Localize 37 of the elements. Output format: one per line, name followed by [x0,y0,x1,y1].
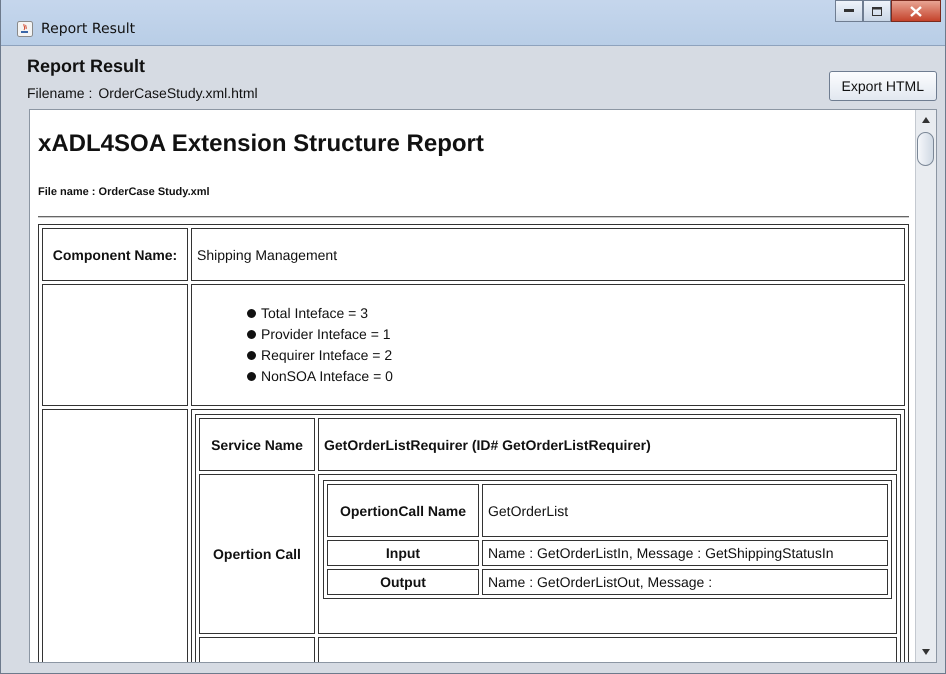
table-header-cell: Opertion Call [199,474,315,634]
bullet-icon [247,309,256,318]
cup-icon [17,20,33,36]
minimize-icon [844,9,854,13]
table-cell: GetOrderListRequirer (ID# GetOrderListRequirer) [318,418,897,471]
filename-label: Filename : [27,85,92,101]
maximize-icon [872,6,882,16]
table-header-cell: Service Name [199,418,315,471]
up-arrow-icon [922,117,930,123]
filename-value: OrderCaseStudy.xml.html [98,85,258,101]
report-heading: xADL4SOA Extension Structure Report [38,130,485,158]
export-html-button[interactable]: Export HTML [828,71,937,101]
table-header-cell: OpertionCall Name [327,484,479,537]
file-name-text: File name : OrderCase Study.xml [38,186,211,198]
minimize-button[interactable] [835,0,863,22]
list-item: Total Inteface = 3 [261,304,368,323]
table-header-cell: Output [327,569,479,595]
table-cell: GetOrderList [482,484,888,537]
maximize-button[interactable] [863,0,891,22]
bullet-icon [247,330,256,339]
table-header-cell: Input [327,540,479,566]
list-item: Requirer Inteface = 2 [261,346,392,365]
down-arrow-icon [922,649,930,655]
dialog-title: Report Result [27,56,146,77]
table-cell: Name : GetOrderListIn, Message : GetShippingStatusIn [482,540,888,566]
bullet-icon [247,372,256,381]
list-item: NonSOA Inteface = 0 [261,367,393,386]
close-button[interactable] [891,0,941,22]
table-cell: Name : GetOrderListOut, Message : [482,569,888,595]
window-title: Report Result [41,20,136,36]
table-cell: Shipping Management [191,228,905,281]
close-icon [910,6,922,16]
table-header-cell: Component Name: [42,228,188,281]
list-item: Provider Inteface = 1 [261,325,391,344]
bullet-icon [247,351,256,360]
scroll-thumb[interactable] [917,132,934,166]
scrollbar[interactable] [915,110,936,662]
